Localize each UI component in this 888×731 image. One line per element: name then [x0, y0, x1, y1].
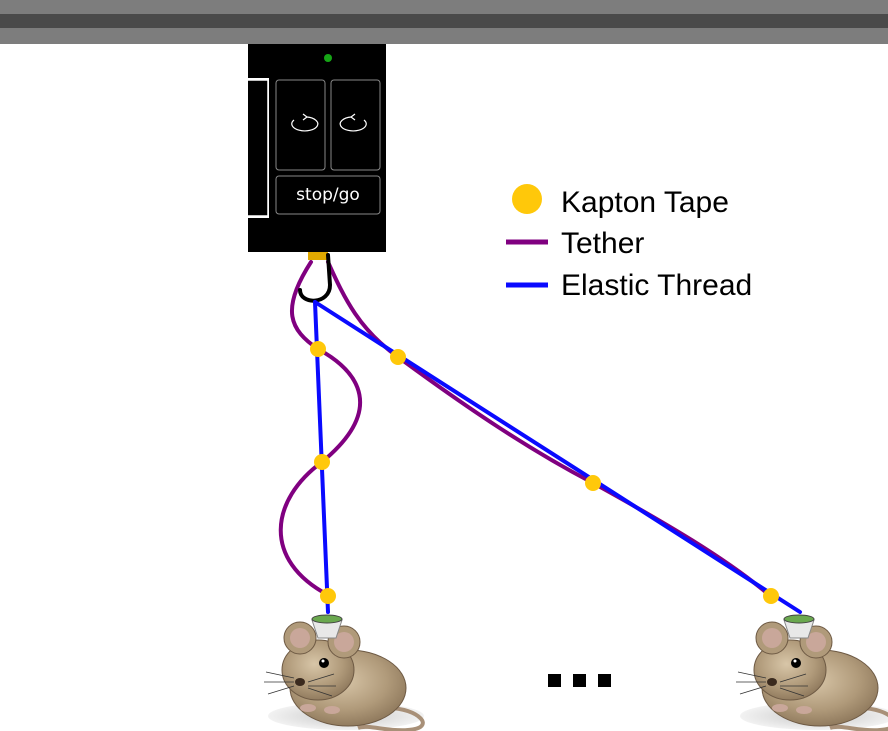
- mouse-left: [264, 614, 425, 731]
- legend-thread-label: Elastic Thread: [561, 269, 752, 302]
- stop-go-button[interactable]: stop/go: [275, 175, 381, 215]
- legend-kapton-marker: [512, 184, 542, 214]
- setup-diagram: stop/go Kapton Tape Tether Elastic Threa…: [0, 0, 888, 731]
- tape-dot: [314, 454, 330, 470]
- status-led: [324, 54, 332, 62]
- tape-dot: [763, 588, 779, 604]
- tape-dot: [320, 588, 336, 604]
- legend-kapton-label: Kapton Tape: [561, 186, 729, 219]
- legend: Kapton Tape Tether Elastic Thread: [506, 184, 752, 302]
- tether-right: [326, 260, 777, 602]
- tape-dot: [310, 341, 326, 357]
- stop-go-label: stop/go: [296, 185, 360, 205]
- mouse-right: [736, 614, 888, 731]
- rotate-right-button[interactable]: [330, 79, 381, 171]
- tape-dot: [390, 349, 406, 365]
- rotate-left-button[interactable]: [275, 79, 326, 171]
- commutator-device: stop/go: [247, 44, 386, 252]
- thread-right: [313, 300, 802, 614]
- legend-tether-label: Tether: [561, 227, 644, 260]
- kapton-tape-points: [310, 341, 779, 604]
- ellipsis: [548, 674, 611, 687]
- overhead-rail: [0, 0, 888, 44]
- elastic-threads: [313, 300, 802, 614]
- tape-dot: [585, 475, 601, 491]
